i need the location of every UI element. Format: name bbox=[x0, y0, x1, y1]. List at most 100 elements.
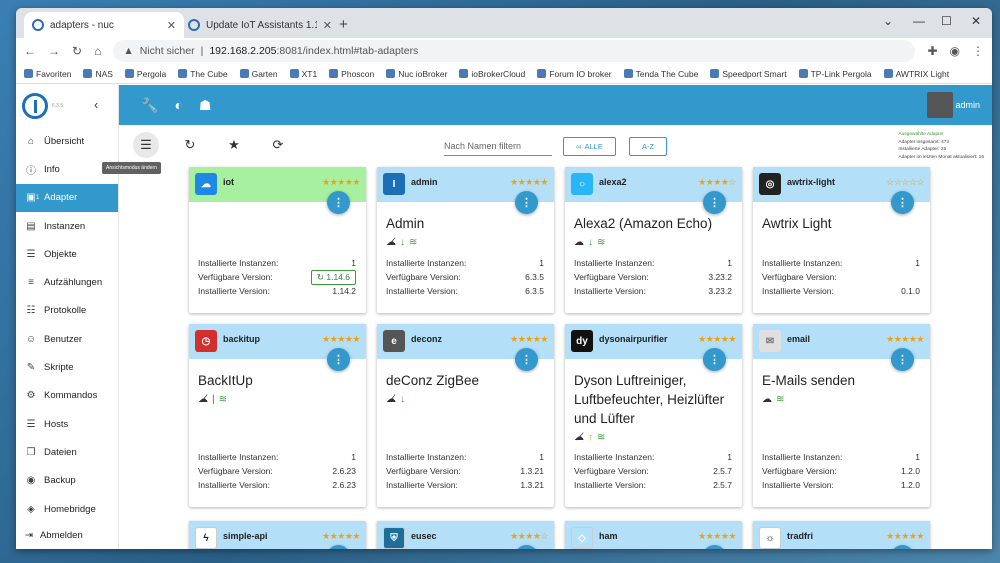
adapter-card: e deconz ★★★★★ ⋮ deConz ZigBee ☁̸ ↓ Installiert… bbox=[377, 324, 554, 507]
adapter-menu-button[interactable]: ⋮ bbox=[327, 348, 350, 371]
sidebar-item-aufzählungen[interactable]: ≡ Aufzählungen bbox=[16, 268, 118, 296]
bookmark-item[interactable]: Tenda The Cube bbox=[623, 69, 698, 79]
adapter-menu-button[interactable]: ⋮ bbox=[891, 191, 914, 214]
info-label: Verfügbare Version: bbox=[574, 466, 649, 476]
infinity-icon: ∞ bbox=[576, 142, 582, 151]
bookmark-item[interactable]: The Cube bbox=[178, 69, 228, 79]
search-input[interactable]: Nach Namen filtern bbox=[444, 137, 552, 156]
nav-icon: ◈ bbox=[27, 503, 35, 515]
update-check-button[interactable]: ⟳ bbox=[265, 132, 291, 158]
tooltip: Ansichtsmodus ändern bbox=[102, 162, 161, 174]
home-icon[interactable]: ⌂ bbox=[94, 44, 101, 58]
bookmark-item[interactable]: Garten bbox=[239, 68, 278, 79]
info-row: Installierte Version: 2.6.23 bbox=[198, 478, 356, 492]
close-window-button[interactable]: ✕ bbox=[971, 14, 981, 28]
wrench-icon[interactable]: 🔧 bbox=[141, 97, 158, 114]
sort-az-button[interactable]: A-Z bbox=[629, 137, 667, 156]
adapter-card: ○ alexa2 ★★★★☆ ⋮ Alexa2 (Amazon Echo) ☁ ↓ ≋ Inst… bbox=[565, 167, 742, 313]
update-button[interactable]: ↻ 1.14.6 bbox=[310, 269, 356, 285]
adapter-card: ✉ email ★★★★★ ⋮ E-Mails senden ☁ ≋ Installierte… bbox=[753, 324, 930, 507]
info-row: Installierte Instanzen: 1 bbox=[762, 256, 920, 270]
info-row: Verfügbare Version: 6.3.5 bbox=[386, 270, 544, 284]
adapter-logo-icon: ✉ bbox=[759, 330, 781, 352]
collapse-sidebar-icon[interactable]: ‹ bbox=[94, 97, 98, 112]
adapter-name: backitup bbox=[223, 334, 261, 344]
bookmark-item[interactable]: Phoscon bbox=[329, 69, 374, 79]
tab-adapters[interactable]: adapters - nuc ✕ bbox=[24, 12, 184, 38]
sidebar-item-label: Backup bbox=[44, 475, 76, 487]
sidebar-item-dateien[interactable]: ❐ Dateien bbox=[16, 438, 118, 466]
adapter-card: ◎ awtrix-light ☆☆☆☆☆ ⋮ Awtrix Light Installie… bbox=[753, 167, 930, 313]
sidebar-item-protokolle[interactable]: ☷ Protokolle bbox=[16, 297, 118, 325]
bookmark-item[interactable]: Favoriten bbox=[24, 69, 71, 79]
maximize-button[interactable]: ☐ bbox=[941, 14, 952, 28]
adapter-menu-button[interactable]: ⋮ bbox=[515, 191, 538, 214]
bookmark-item[interactable]: Speedport Smart bbox=[710, 69, 787, 79]
adapter-menu-button[interactable]: ⋮ bbox=[703, 545, 726, 549]
adapter-name: eusec bbox=[411, 531, 437, 541]
sidebar-item-skripte[interactable]: ✎ Skripte bbox=[16, 353, 118, 381]
bookmark-label: Garten bbox=[251, 68, 278, 79]
favorites-button[interactable]: ★ bbox=[221, 132, 247, 158]
sidebar-item-homebridge[interactable]: ◈ Homebridge bbox=[16, 495, 118, 523]
adapter-menu-button[interactable]: ⋮ bbox=[891, 348, 914, 371]
back-icon[interactable]: ← bbox=[24, 44, 36, 58]
user-menu[interactable]: admin bbox=[927, 92, 980, 118]
adapter-menu-button[interactable]: ⋮ bbox=[327, 191, 350, 214]
filter-all-button[interactable]: ∞ ALLE bbox=[563, 137, 616, 156]
status-icon: ↑ bbox=[588, 432, 593, 443]
bookmark-item[interactable]: Pergola bbox=[124, 69, 166, 79]
tab-bar: adapters - nuc ✕ Update IoT Assistants 1.… bbox=[16, 8, 992, 38]
adapter-menu-button[interactable]: ⋮ bbox=[703, 348, 726, 371]
iobroker-favicon bbox=[32, 19, 44, 31]
bookmark-item[interactable]: Forum IO broker bbox=[537, 69, 612, 79]
bookmark-item[interactable]: Nuc ioBroker bbox=[386, 69, 447, 79]
theme-icon[interactable]: ◐ bbox=[174, 97, 182, 113]
rating-stars: ★★★★★ bbox=[510, 334, 548, 344]
minimize-button[interactable]: — bbox=[913, 14, 925, 28]
sidebar-item-label: Aufzählungen bbox=[44, 277, 103, 289]
adapter-grid: ☁ iot ★★★★★ ⋮ Installierte Instanzen: 1 Verfüg… bbox=[189, 167, 930, 507]
menu-icon[interactable]: ⋮ bbox=[972, 44, 984, 58]
rating-stars: ★★★★★ bbox=[886, 334, 924, 344]
adapter-menu-button[interactable]: ⋮ bbox=[703, 191, 726, 214]
chevron-down-icon[interactable]: ⌄ bbox=[883, 14, 893, 28]
adapter-status-icons: ☁ ≋ bbox=[753, 390, 930, 405]
new-tab-button[interactable]: + bbox=[339, 16, 348, 33]
sidebar-item-instanzen[interactable]: ▤ Instanzen bbox=[16, 212, 118, 240]
refresh-button[interactable]: ↻ bbox=[177, 132, 203, 158]
profile-icon[interactable]: ◉ bbox=[950, 44, 960, 58]
adapter-menu-button[interactable]: ⋮ bbox=[891, 545, 914, 549]
bookmark-item[interactable]: AWTRIX Light bbox=[883, 69, 949, 79]
adapter-menu-button[interactable]: ⋮ bbox=[515, 545, 538, 549]
close-icon[interactable]: ✕ bbox=[323, 19, 332, 32]
sidebar-item-kommandos[interactable]: ⚙ Kommandos bbox=[16, 382, 118, 410]
logout-button[interactable]: ⇥ Abmelden bbox=[25, 530, 83, 541]
adapter-card-header: ◎ awtrix-light ☆☆☆☆☆ ⋮ bbox=[753, 167, 930, 214]
logo[interactable]: 6.3.5 bbox=[16, 85, 118, 127]
adapter-card: dy dysonairpurifier ★★★★★ ⋮ Dyson Luftreinig… bbox=[565, 324, 742, 507]
bookmark-item[interactable]: TP-Link Pergola bbox=[798, 69, 872, 79]
sidebar-item-übersicht[interactable]: ⌂ Übersicht bbox=[16, 127, 118, 155]
url-field[interactable]: ▲ Nicht sicher | 192.168.2.205:8081/inde… bbox=[113, 40, 916, 62]
sidebar-item-backup[interactable]: ◉ Backup bbox=[16, 467, 118, 495]
view-mode-button[interactable]: ☰ bbox=[133, 132, 159, 158]
sidebar-item-adapter[interactable]: ▣ Adapter 1 bbox=[16, 183, 118, 212]
bookmark-item[interactable]: NAS bbox=[83, 69, 113, 79]
avatar bbox=[927, 92, 954, 118]
bookmark-item[interactable]: XT1 bbox=[289, 69, 317, 79]
adapter-menu-button[interactable]: ⋮ bbox=[515, 348, 538, 371]
reload-icon[interactable]: ↻ bbox=[72, 44, 82, 58]
adapter-menu-button[interactable]: ⋮ bbox=[327, 545, 350, 549]
bookmark-icon bbox=[329, 69, 339, 78]
tab-update[interactable]: Update IoT Assistants 1.14.2 1.14✕ bbox=[180, 12, 340, 38]
expert-mode-icon[interactable]: ☗ bbox=[199, 97, 212, 114]
sidebar-item-objekte[interactable]: ☰ Objekte bbox=[16, 240, 118, 268]
extensions-icon[interactable]: ✚ bbox=[927, 44, 937, 58]
forward-icon[interactable]: → bbox=[48, 44, 60, 58]
sidebar-item-benutzer[interactable]: ☺ Benutzer bbox=[16, 325, 118, 353]
bookmark-item[interactable]: ioBrokerCloud bbox=[459, 69, 525, 79]
sidebar-item-hosts[interactable]: ☰ Hosts bbox=[16, 410, 118, 438]
sidebar-item-label: Info bbox=[44, 163, 60, 175]
close-icon[interactable]: ✕ bbox=[167, 19, 176, 32]
